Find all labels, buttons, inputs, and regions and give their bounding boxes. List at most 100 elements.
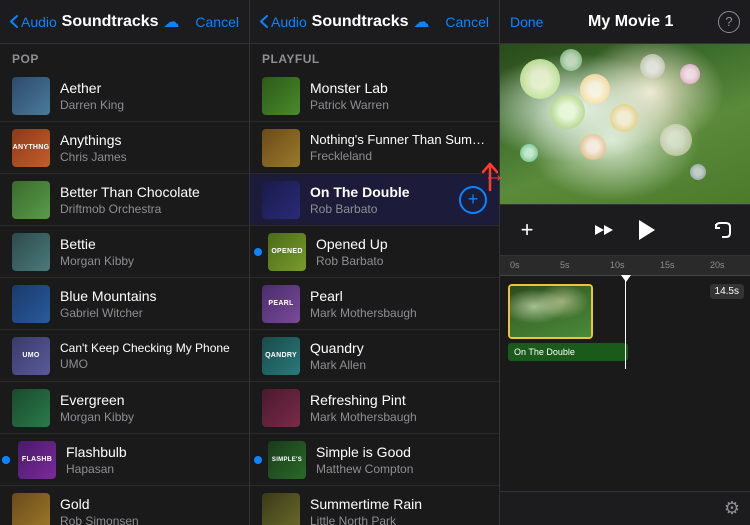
track-artist-nothings-funner: Freckleland	[310, 149, 487, 163]
video-preview	[500, 44, 750, 204]
track-artist-evergreen: Morgan Kibby	[60, 410, 237, 424]
track-item-flashbulb[interactable]: FLASHB Flashbulb Hapasan	[0, 434, 249, 486]
track-thumb-aether	[12, 77, 50, 115]
left-title: Soundtracks	[57, 13, 164, 31]
right-title: My Movie 1	[543, 13, 718, 31]
track-thumb-blue	[12, 285, 50, 323]
track-name-better: Better Than Chocolate	[60, 184, 237, 200]
track-name-refreshing-pint: Refreshing Pint	[310, 392, 487, 408]
track-artist-blue: Gabriel Witcher	[60, 306, 237, 320]
track-item-simple-is-good[interactable]: SIMPLE'S Simple is Good Matthew Compton	[250, 434, 499, 486]
done-button[interactable]: Done	[510, 14, 543, 30]
right-header: Done My Movie 1 ?	[500, 0, 750, 44]
timeline-content: 14.5s On The Double	[500, 276, 750, 369]
track-thumb-opened-up: OPENED	[268, 233, 306, 271]
timeline-video-clip[interactable]	[508, 284, 593, 339]
track-thumb-on-the-double	[262, 181, 300, 219]
opened-up-selected-dot	[254, 248, 262, 256]
left-cloud-icon[interactable]: ☁	[163, 12, 179, 32]
track-item-bettie[interactable]: Bettie Morgan Kibby	[0, 226, 249, 278]
flashbulb-selected-dot	[2, 456, 10, 464]
track-item-blue-mountains[interactable]: Blue Mountains Gabriel Witcher	[0, 278, 249, 330]
track-name-flashbulb: Flashbulb	[66, 444, 237, 460]
middle-back-label: Audio	[271, 14, 307, 30]
track-name-quandry: Quandry	[310, 340, 487, 356]
track-thumb-monster	[262, 77, 300, 115]
audio-track-label: On The Double	[514, 347, 575, 357]
track-artist-pearl: Mark Mothersbaugh	[310, 306, 487, 320]
track-artist-flashbulb: Hapasan	[66, 462, 237, 476]
track-thumb-nothings	[262, 129, 300, 167]
undo-button[interactable]	[706, 213, 740, 247]
track-artist-summertime-rain: Little North Park	[310, 514, 487, 525]
middle-back-button[interactable]: Audio	[260, 14, 307, 30]
track-item-opened-up[interactable]: OPENED Opened Up Rob Barbato	[250, 226, 499, 278]
track-item-refreshing-pint[interactable]: Refreshing Pint Mark Mothersbaugh	[250, 382, 499, 434]
track-thumb-simple-is-good: SIMPLE'S	[268, 441, 306, 479]
track-name-summertime-rain: Summertime Rain	[310, 496, 487, 512]
track-item-nothings-funner[interactable]: Nothing's Funner Than Summ... Frecklelan…	[250, 122, 499, 174]
audio-track-container: On The Double	[508, 343, 746, 361]
track-item-evergreen[interactable]: Evergreen Morgan Kibby	[0, 382, 249, 434]
clip-inner	[510, 286, 591, 337]
left-section-label: POP	[0, 44, 249, 70]
track-item-summertime-rain[interactable]: Summertime Rain Little North Park	[250, 486, 499, 525]
middle-cloud-icon[interactable]: ☁	[413, 12, 429, 32]
track-item-pearl[interactable]: PEARL Pearl Mark Mothersbaugh	[250, 278, 499, 330]
track-name-anythings: Anythings	[60, 132, 237, 148]
help-button[interactable]: ?	[718, 11, 740, 33]
track-thumb-cant-keep: UMO	[12, 337, 50, 375]
right-panel: Done My Movie 1 ? +	[500, 0, 750, 525]
track-item-monster-lab[interactable]: Monster Lab Patrick Warren	[250, 70, 499, 122]
time-badge: 14.5s	[710, 284, 744, 299]
track-artist-gold: Rob Simonsen	[60, 514, 237, 525]
track-thumb-refreshing-pint	[262, 389, 300, 427]
track-thumb-flashbulb: FLASHB	[18, 441, 56, 479]
playback-controls: +	[500, 204, 750, 256]
track-item-gold[interactable]: Gold Rob Simonsen	[0, 486, 249, 525]
track-thumb-bettie	[12, 233, 50, 271]
rewind-button[interactable]	[587, 213, 621, 247]
track-item-aether[interactable]: Aether Darren King	[0, 70, 249, 122]
timeline-area: 0s 5s 10s 15s 20s 14.5s	[500, 256, 750, 491]
track-name-nothings-funner: Nothing's Funner Than Summ...	[310, 132, 487, 147]
left-back-button[interactable]: Audio	[10, 14, 57, 30]
middle-cancel-button[interactable]: Cancel	[445, 14, 489, 30]
track-thumb-quandry: QANDRY	[262, 337, 300, 375]
track-thumb-evergreen	[12, 389, 50, 427]
track-item-cant-keep[interactable]: UMO Can't Keep Checking My Phone UMO	[0, 330, 249, 382]
track-artist-on-the-double: Rob Barbato	[310, 202, 453, 216]
play-button[interactable]	[629, 213, 663, 247]
track-artist-simple-is-good: Matthew Compton	[316, 462, 487, 476]
left-cancel-button[interactable]: Cancel	[195, 14, 239, 30]
track-name-monster-lab: Monster Lab	[310, 80, 487, 96]
track-name-evergreen: Evergreen	[60, 392, 237, 408]
track-name-opened-up: Opened Up	[316, 236, 487, 252]
track-name-on-the-double: On The Double	[310, 184, 453, 200]
left-panel: Audio Soundtracks ☁ Cancel POP Aether Da…	[0, 0, 250, 525]
track-name-aether: Aether	[60, 80, 237, 96]
middle-track-list: Monster Lab Patrick Warren Nothing's Fun…	[250, 70, 499, 525]
track-item-better-than-chocolate[interactable]: Better Than Chocolate Driftmob Orchestra	[0, 174, 249, 226]
track-artist-refreshing-pint: Mark Mothersbaugh	[310, 410, 487, 424]
left-header: Audio Soundtracks ☁ Cancel	[0, 0, 249, 44]
left-track-list: Aether Darren King ANYTHNG Anythings Chr…	[0, 70, 249, 525]
track-artist-better: Driftmob Orchestra	[60, 202, 237, 216]
track-name-simple-is-good: Simple is Good	[316, 444, 487, 460]
settings-icon[interactable]: ⚙	[724, 498, 740, 519]
track-name-cant-keep: Can't Keep Checking My Phone	[60, 341, 237, 355]
middle-header: Audio Soundtracks ☁ Cancel	[250, 0, 499, 44]
track-item-quandry[interactable]: QANDRY Quandry Mark Allen	[250, 330, 499, 382]
track-artist-cant-keep: UMO	[60, 357, 237, 371]
add-clip-button[interactable]: +	[510, 213, 544, 247]
track-name-bettie: Bettie	[60, 236, 237, 252]
audio-track-bar[interactable]: On The Double	[508, 343, 628, 361]
track-item-anythings[interactable]: ANYTHNG Anythings Chris James	[0, 122, 249, 174]
middle-title: Soundtracks	[307, 13, 414, 31]
left-back-label: Audio	[21, 14, 57, 30]
track-artist-opened-up: Rob Barbato	[316, 254, 487, 268]
middle-panel: Audio Soundtracks ☁ Cancel PLAYFUL Monst…	[250, 0, 500, 525]
on-the-double-add-button[interactable]: +	[459, 186, 487, 214]
track-item-on-the-double[interactable]: On The Double Rob Barbato +	[250, 174, 499, 226]
track-name-blue: Blue Mountains	[60, 288, 237, 304]
